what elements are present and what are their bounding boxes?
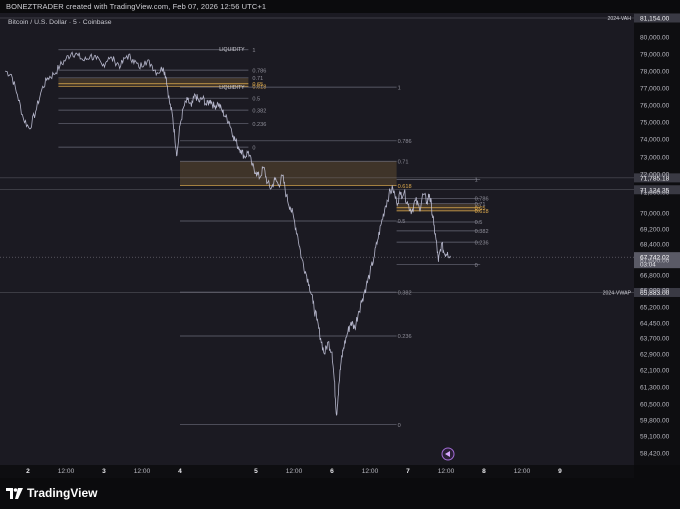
fib-set-1-level-label: 0.5 — [252, 96, 260, 102]
y-tick-label: 69,200.00 — [640, 227, 670, 234]
fib-set-2-level-label: 0.236 — [398, 334, 412, 340]
fib-set-1-level-label: 0.382 — [252, 108, 266, 114]
replay-icon[interactable] — [441, 447, 455, 461]
fib-set-2-level-label: 0.71 — [398, 159, 409, 165]
price-chart[interactable]: Bitcoin / U.S. Dollar · 5 · Coinbase 1 0.… — [0, 13, 680, 478]
reference-line-label: 2024-VAH — [607, 16, 631, 22]
y-tick-label: 75,000.00 — [640, 120, 670, 127]
y-tick-label: 59,100.00 — [640, 434, 670, 441]
fib-set-2-level-label: 0.786 — [398, 139, 412, 145]
y-tick-label: 79,000.00 — [640, 52, 670, 59]
fib-set-3-level-label: 0 — [475, 263, 478, 269]
fib-set-1-level-label: 0.236 — [252, 122, 266, 128]
y-tick-label: 78,000.00 — [640, 69, 670, 76]
y-tick-label: 68,400.00 — [640, 242, 670, 249]
y-tick-label: 64,450.00 — [640, 321, 670, 328]
tradingview-logo-icon — [6, 487, 23, 499]
x-tick-label: 7 — [406, 468, 410, 475]
chart-credit-text: BONEZTRADER created with TradingView.com… — [6, 2, 267, 11]
fib-set-2-level-label: 0.382 — [398, 290, 412, 296]
x-tick-label: 8 — [482, 468, 486, 475]
reference-price-label: 81,154.00 — [640, 16, 670, 23]
fib-set-2-level-label: 1 — [398, 85, 401, 91]
fib-set-3-level-label: 0.236 — [475, 240, 489, 246]
y-tick-label: 62,100.00 — [640, 368, 670, 375]
fib-set-1-level-label: 0 — [252, 145, 255, 151]
y-tick-label: 59,800.00 — [640, 418, 670, 425]
y-tick-label: 58,420.00 — [640, 451, 670, 458]
x-tick-label: 5 — [254, 468, 258, 475]
y-tick-label: 63,700.00 — [640, 336, 670, 343]
fib-set-2-level-label: 0 — [398, 423, 401, 429]
y-tick-label: 80,000.00 — [640, 35, 670, 42]
y-tick-label: 66,800.00 — [640, 273, 670, 280]
x-tick-label: 12:00 — [134, 468, 151, 475]
x-tick-label: 12:00 — [58, 468, 75, 475]
fib-set-3-level-label: 0.382 — [475, 229, 489, 235]
x-tick-label: 12:00 — [286, 468, 303, 475]
fib-set-3-level-label: 0.5 — [475, 220, 483, 226]
y-tick-label: 73,000.00 — [640, 155, 670, 162]
y-tick-label: 61,300.00 — [640, 385, 670, 392]
y-tick-label: 62,900.00 — [640, 352, 670, 359]
y-tick-label: 65,200.00 — [640, 305, 670, 312]
liquidity-label: LIQUIDITY — [219, 47, 245, 53]
x-tick-label: 9 — [558, 468, 562, 475]
fib-set-3-level-label: 1 — [475, 178, 478, 184]
chart-credit-bar: BONEZTRADER created with TradingView.com… — [0, 0, 680, 13]
y-tick-label: 60,500.00 — [640, 402, 670, 409]
fib-set-2-golden-zone — [180, 161, 397, 186]
fib-set-1-level-label: 1 — [252, 48, 255, 54]
x-tick-label: 12:00 — [362, 468, 379, 475]
liquidity-label: LIQUIDITY — [219, 85, 245, 91]
x-tick-label: 12:00 — [514, 468, 531, 475]
y-tick-label: 70,000.00 — [640, 211, 670, 218]
y-tick-label: 76,000.00 — [640, 103, 670, 110]
tradingview-logo[interactable]: TradingView — [6, 486, 97, 500]
y-tick-label: 74,000.00 — [640, 137, 670, 144]
price-axis[interactable] — [634, 13, 680, 465]
brand-name: TradingView — [27, 486, 98, 500]
y-tick-label: 71,000.00 — [640, 190, 670, 197]
y-tick-label: 77,000.00 — [640, 86, 670, 93]
x-tick-label: 12:00 — [438, 468, 455, 475]
footer: TradingView — [0, 478, 680, 509]
x-tick-label: 3 — [102, 468, 106, 475]
y-tick-label: 67,600.00 — [640, 258, 670, 265]
fib-set-3-level-label: 0.618 — [475, 209, 489, 215]
fib-set-1-level-label: 0.786 — [252, 68, 266, 74]
time-axis[interactable] — [0, 465, 634, 478]
fib-set-2-level-label: 0.618 — [398, 184, 412, 190]
reference-line-label: 2024-VWAP — [603, 290, 632, 296]
x-tick-label: 4 — [178, 468, 182, 475]
x-tick-label: 2 — [26, 468, 30, 475]
y-tick-label: 72,000.00 — [640, 172, 670, 179]
x-tick-label: 6 — [330, 468, 334, 475]
y-tick-label: 66,000.00 — [640, 288, 670, 295]
symbol-title: Bitcoin / U.S. Dollar · 5 · Coinbase — [8, 19, 112, 26]
